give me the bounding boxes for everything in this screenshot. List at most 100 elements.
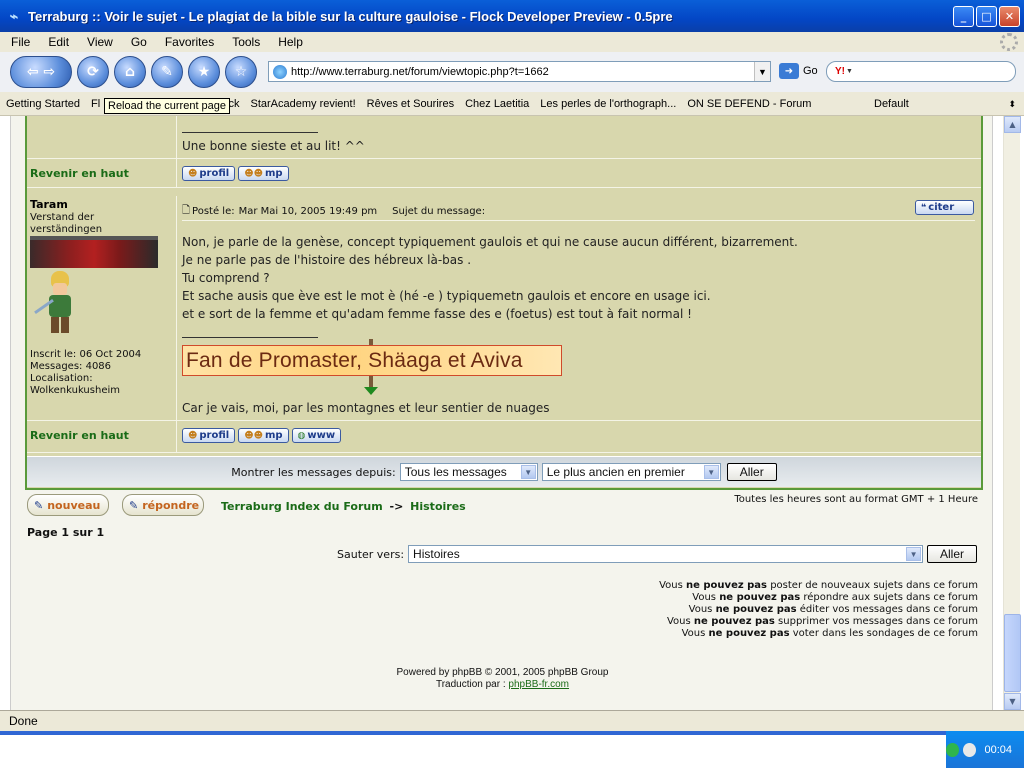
post-subject-label: Sujet du message:: [392, 206, 486, 217]
jump-select[interactable]: Histoires ▼: [408, 545, 924, 563]
bookmark-chez-laetitia[interactable]: Chez Laetitia: [459, 98, 534, 110]
menu-edit[interactable]: Edit: [37, 35, 76, 49]
rank-image: [30, 236, 158, 268]
post-icon: 🗋: [182, 205, 191, 216]
menu-go[interactable]: Go: [120, 35, 154, 49]
close-button[interactable]: ✕: [999, 5, 1020, 27]
minimize-button[interactable]: _: [953, 5, 974, 27]
menu-tools[interactable]: Tools: [221, 35, 267, 49]
back-forward-button[interactable]: ⇦ ⇨: [10, 56, 72, 88]
permission-line: Vous ne pouvez pas supprimer vos message…: [666, 616, 978, 627]
url-history-dropdown-icon[interactable]: ▼: [754, 62, 770, 81]
author-name[interactable]: Taram: [30, 198, 68, 211]
menu-help[interactable]: Help: [267, 35, 310, 49]
author-details: Inscrit le: 06 Oct 2004 Messages: 4086 L…: [30, 349, 141, 397]
jump-label: Sauter vers:: [337, 547, 405, 561]
post-line: Non, je parle de la genèse, concept typi…: [182, 235, 798, 249]
private-message-button[interactable]: ☻☻ mp: [238, 166, 289, 181]
post-line: Et sache ausis que ève est le mot è (hé …: [182, 289, 711, 303]
scroll-up-icon[interactable]: ▲: [1004, 116, 1021, 133]
scroll-down-icon[interactable]: ▼: [1004, 693, 1021, 710]
back-to-top-link[interactable]: Revenir en haut: [30, 429, 129, 442]
timezone-note: Toutes les heures sont au format GMT + 1…: [734, 494, 978, 505]
go-label: Go: [803, 65, 818, 77]
go-button[interactable]: ➜ Go: [779, 63, 818, 79]
post-row: Taram Verstand der verständingen Inscrit…: [27, 196, 981, 421]
post-date: Mar Mai 10, 2005 19:49 pm: [238, 206, 378, 217]
back-to-top-link[interactable]: Revenir en haut: [30, 167, 129, 180]
chevron-down-icon: ▼: [906, 547, 922, 561]
bookmark-staracademy[interactable]: StarAcademy revient!: [244, 98, 360, 110]
website-button[interactable]: ◍ www: [291, 428, 342, 443]
post-line: Tu comprend ?: [182, 271, 270, 285]
filter-go-button[interactable]: Aller: [726, 463, 777, 481]
home-icon[interactable]: ⌂: [114, 56, 146, 88]
signature-banner: Fan de Promaster, Shäaga et Aviva: [182, 345, 562, 376]
breadcrumb-forum-index[interactable]: Terraburg Index du Forum: [221, 500, 383, 513]
blog-editor-icon[interactable]: ✎: [151, 56, 183, 88]
profile-button[interactable]: ☻ profil: [182, 166, 236, 181]
menu-file[interactable]: File: [0, 35, 37, 49]
security-tray-icon[interactable]: [946, 742, 960, 757]
bookmark-getting-started[interactable]: Getting Started: [0, 98, 85, 110]
chevron-down-icon: ▼: [703, 465, 719, 479]
post-content-column: 🗋 Posté le: Mar Mai 10, 2005 19:49 pm Su…: [178, 196, 981, 420]
reload-tooltip: Reload the current page: [104, 98, 231, 114]
favorites-star-icon[interactable]: ★: [188, 56, 220, 88]
yahoo-search-icon[interactable]: Y!: [835, 66, 845, 77]
search-input[interactable]: Y! ▼: [826, 61, 1016, 82]
filter-days-select[interactable]: Tous les messages ▼: [399, 463, 538, 481]
author-rank: Verstand der verständingen: [30, 212, 103, 235]
message-filter-bar: Montrer les messages depuis: Tous les me…: [27, 456, 981, 487]
clock: 00:04: [984, 743, 1012, 756]
menu-favorites[interactable]: Favorites: [154, 35, 221, 49]
maximize-button[interactable]: □: [976, 5, 997, 27]
permission-line: Vous ne pouvez pas poster de nouveaux su…: [659, 580, 978, 591]
filter-order-select[interactable]: Le plus ancien en premier ▼: [541, 463, 721, 481]
post-author-column: Taram Verstand der verständingen Inscrit…: [27, 196, 177, 420]
quote-button[interactable]: ❝ citer: [915, 200, 974, 215]
translation-link[interactable]: phpBB-fr.com: [508, 679, 569, 690]
reply-button[interactable]: ✎ répondre: [122, 494, 204, 516]
scroll-thumb[interactable]: [1004, 614, 1021, 692]
url-bar[interactable]: http://www.terraburg.net/forum/viewtopic…: [268, 61, 771, 82]
post-footer: Revenir en haut ☻ profil ☻☻ mp ◍ www: [27, 421, 981, 453]
post-line: Je ne parle pas de l'histoire des hébreu…: [182, 253, 472, 267]
go-arrow-icon: ➜: [779, 63, 799, 79]
jump-go-button[interactable]: Aller: [927, 545, 978, 563]
window-titlebar[interactable]: ⌁ Terraburg :: Voir le sujet - Le plagia…: [0, 0, 1024, 32]
profile-button[interactable]: ☻ profil: [182, 428, 236, 443]
post-line: et e sort de la femme et qu'adam femme f…: [182, 307, 692, 321]
jump-to-bar: Sauter vers: Histoires ▼ Aller: [337, 545, 978, 563]
bookmark-on-se-defend[interactable]: ON SE DEFEND - Forum: [681, 98, 816, 110]
bookmark-perles-orthographe[interactable]: Les perles de l'orthograph...: [534, 98, 681, 110]
breadcrumb-forum[interactable]: Histoires: [410, 500, 466, 513]
bookmark-star-icon[interactable]: ☆: [225, 56, 257, 88]
author-messages: Messages: 4086: [30, 361, 112, 372]
status-bar: Done: [0, 710, 1024, 731]
bookmark-folder-select[interactable]: Default ⬍: [868, 94, 1020, 114]
page-scrollbar[interactable]: ▲ ▼: [1003, 116, 1021, 710]
permission-line: Vous ne pouvez pas répondre aux sujets d…: [692, 592, 978, 603]
new-topic-button[interactable]: ✎ nouveau: [27, 494, 109, 516]
breadcrumb-separator: ->: [389, 500, 404, 513]
chevron-down-icon: ▼: [520, 465, 536, 479]
globe-icon: ◍: [297, 430, 306, 441]
prev-signature: Une bonne sieste et au lit! ^^: [182, 139, 365, 153]
permissions-list: Vous ne pouvez pas poster de nouveaux su…: [659, 580, 978, 640]
private-message-button[interactable]: ☻☻ mp: [238, 428, 289, 443]
signature-separator: [182, 337, 318, 338]
permission-line: Vous ne pouvez pas éditer vos messages d…: [688, 604, 978, 615]
network-tray-icon[interactable]: [963, 742, 977, 757]
bookmark-reves-et-sourires[interactable]: Rêves et Sourires: [361, 98, 459, 110]
reload-icon[interactable]: ⟳: [77, 56, 109, 88]
author-joined: Inscrit le: 06 Oct 2004: [30, 349, 142, 360]
status-text: Done: [9, 714, 38, 728]
translation-credit: Traduction par : phpBB-fr.com: [435, 679, 570, 690]
page-viewport: Une bonne sieste et au lit! ^^ Revenir e…: [0, 116, 1003, 710]
bookmark-folder-value: Default: [874, 98, 909, 110]
bookmark-fl[interactable]: Fl: [85, 98, 105, 110]
menu-view[interactable]: View: [76, 35, 120, 49]
taskbar: 00:04: [0, 731, 1024, 768]
flock-app-icon: ⌁: [9, 8, 19, 24]
